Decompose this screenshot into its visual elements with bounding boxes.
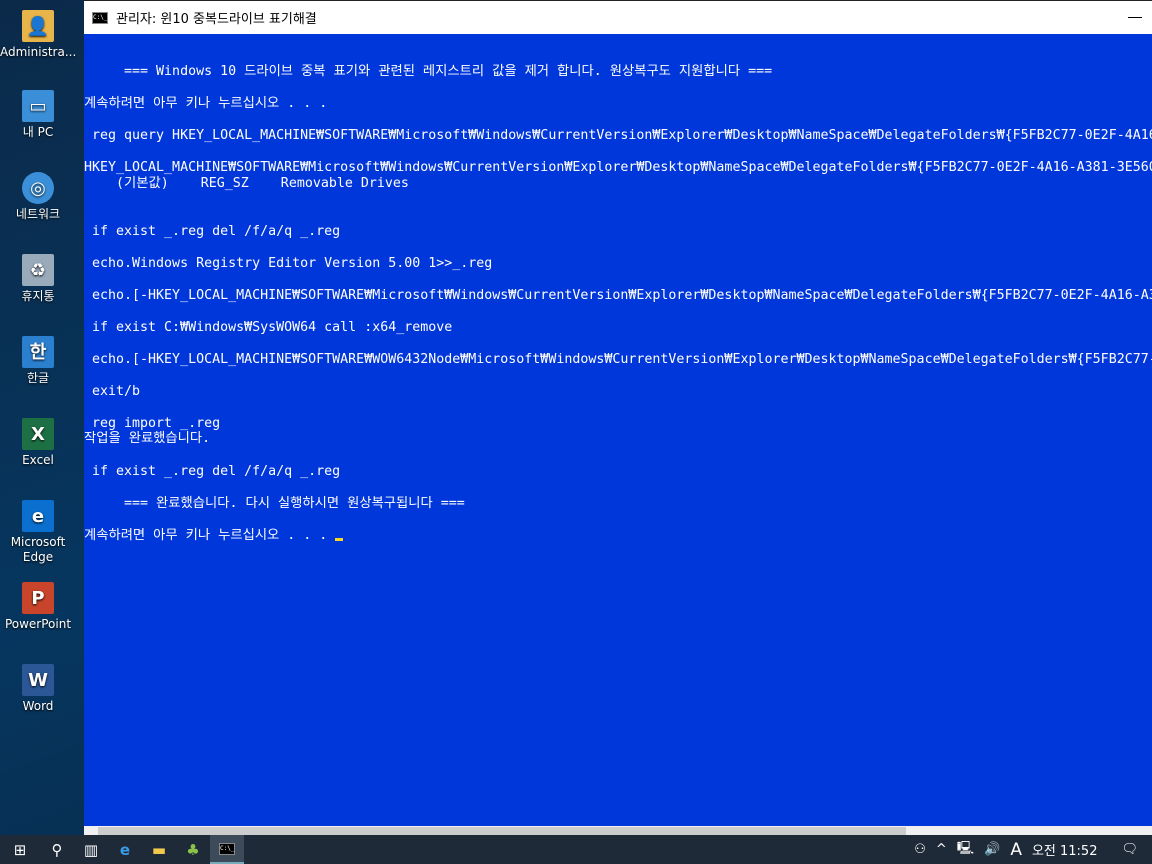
search-icon: ⚲ — [51, 840, 63, 859]
excel-icon: X — [22, 418, 54, 450]
console-line: echo.[-HKEY_LOCAL_MACHINE₩SOFTWARE₩Micro… — [84, 288, 1152, 303]
icon-label: Excel — [22, 453, 54, 467]
console-line: if exist C:₩Windows₩SysWOW64 call :x64_r… — [84, 320, 453, 335]
icon-label: 네트워크 — [15, 207, 61, 221]
icon-label: Word — [22, 699, 54, 713]
taskbar-edge[interactable]: e — [108, 835, 142, 864]
console-line: 작업을 완료했습니다. — [84, 431, 211, 446]
edge-icon: e — [119, 840, 131, 859]
windows-logo-icon: ⊞ — [13, 840, 27, 859]
icon-label: Administra... — [0, 45, 77, 59]
people-icon[interactable]: ⚇ — [914, 842, 926, 857]
desktop-icon-word[interactable]: W Word — [0, 664, 76, 714]
desktop-icon-hangul[interactable]: 한한글 — [0, 336, 76, 386]
console-line: echo.Windows Registry Editor Version 5.0… — [84, 256, 493, 271]
taskbar-file-explorer[interactable]: ▬ — [142, 835, 176, 864]
ime-indicator[interactable]: A — [1010, 840, 1022, 860]
console-line: reg import _.reg — [84, 416, 221, 431]
cmd-icon: C:\_ — [92, 11, 108, 24]
console-line: === 완료했습니다. 다시 실행하시면 원상복구됩니다 === — [84, 496, 465, 511]
desktop-icon-network[interactable]: ◎ 네트워크 — [0, 172, 76, 222]
console-line: 계속하려면 아무 키나 누르십시오 . . . — [84, 96, 328, 111]
user-folder-icon: 👤 — [22, 10, 54, 42]
console-line: === Windows 10 드라이브 중복 표기와 관련된 레지스트리 값을 … — [84, 64, 773, 79]
console-line: HKEY_LOCAL_MACHINE₩SOFTWARE₩Microsoft₩Wi… — [84, 160, 1152, 175]
minimize-button[interactable] — [1128, 17, 1142, 18]
console-line: reg query HKEY_LOCAL_MACHINE₩SOFTWARE₩Mi… — [84, 128, 1152, 143]
scrollbar-thumb[interactable] — [98, 827, 906, 835]
desktop-icon-my-pc[interactable]: ▭ 내 PC — [0, 90, 76, 140]
window-title: 관리자: 윈10 중복드라이브 표기해결 — [116, 12, 317, 27]
start-button[interactable]: ⊞ — [0, 835, 40, 864]
desktop-icon-edge[interactable]: e Microsoft Edge — [0, 500, 76, 565]
text-cursor — [335, 538, 344, 541]
icon-label: 한글 — [26, 371, 50, 385]
icon-label: 휴지통 — [21, 289, 55, 303]
title-bar[interactable]: C:\_ 관리자: 윈10 중복드라이브 표기해결 — [84, 1, 1152, 34]
desktop: 👤 Administra... ▭ 내 PC ◎ 네트워크 ♻ 휴지통 한한글 X Exc… — [0, 0, 84, 835]
console-line: if exist _.reg del /f/a/q _.reg — [84, 464, 341, 479]
console-line: exit/b — [84, 384, 141, 399]
clover-icon: ♣ — [186, 840, 200, 859]
chevron-up-icon[interactable]: ^ — [936, 842, 947, 857]
console-line: if exist _.reg del /f/a/q _.reg — [84, 224, 341, 239]
console-line: (기본값) REG_SZ Removable Drives — [84, 176, 409, 191]
folder-icon: ▬ — [151, 840, 167, 859]
word-icon: W — [22, 664, 54, 696]
clock[interactable]: 오전 11:52 — [1032, 840, 1098, 859]
task-view-icon: ▥ — [83, 840, 99, 859]
desktop-icon-administrator[interactable]: 👤 Administra... — [0, 10, 76, 60]
edge-icon: e — [22, 500, 54, 532]
hangul-icon: 한 — [22, 336, 54, 368]
taskbar: ⊞ ⚲ ▥ e ▬ ♣ C:\_ ⚇ ^ 🖳 🔊 A 오전 11:52 🗨 — [0, 835, 1152, 864]
console-line: echo.[-HKEY_LOCAL_MACHINE₩SOFTWARE₩WOW64… — [84, 352, 1152, 367]
desktop-icon-powerpoint[interactable]: P PowerPoint — [0, 582, 76, 632]
notification-icon[interactable]: 🗨 — [1121, 842, 1138, 857]
console-line: 계속하려면 아무 키나 누르십시오 . . . — [84, 528, 336, 543]
system-tray: ⚇ ^ 🖳 🔊 A 오전 11:52 🗨 — [914, 835, 1152, 864]
volume-icon[interactable]: 🔊 — [984, 842, 1000, 857]
desktop-icon-excel[interactable]: X Excel — [0, 418, 76, 468]
taskbar-app-clover[interactable]: ♣ — [176, 835, 210, 864]
icon-label: PowerPoint — [4, 617, 72, 631]
task-view-button[interactable]: ▥ — [74, 835, 108, 864]
computer-icon: ▭ — [22, 90, 54, 122]
search-button[interactable]: ⚲ — [40, 835, 74, 864]
console-prompt-line: 계속하려면 아무 키나 누르십시오 . . . — [84, 528, 344, 544]
taskbar-cmd[interactable]: C:\_ — [210, 835, 244, 864]
console-output[interactable]: === Windows 10 드라이브 중복 표기와 관련된 레지스트리 값을 … — [84, 34, 1152, 826]
recycle-bin-icon: ♻ — [22, 254, 54, 286]
network-icon[interactable]: 🖳 — [957, 839, 974, 861]
powerpoint-icon: P — [22, 582, 54, 614]
icon-label: Microsoft Edge — [10, 535, 66, 564]
console-window: C:\_ 관리자: 윈10 중복드라이브 표기해결 === Windows 10… — [84, 0, 1152, 836]
cmd-icon: C:\_ — [219, 842, 235, 855]
icon-label: 내 PC — [22, 125, 54, 139]
desktop-icon-recycle-bin[interactable]: ♻ 휴지통 — [0, 254, 76, 304]
network-icon: ◎ — [22, 172, 54, 204]
